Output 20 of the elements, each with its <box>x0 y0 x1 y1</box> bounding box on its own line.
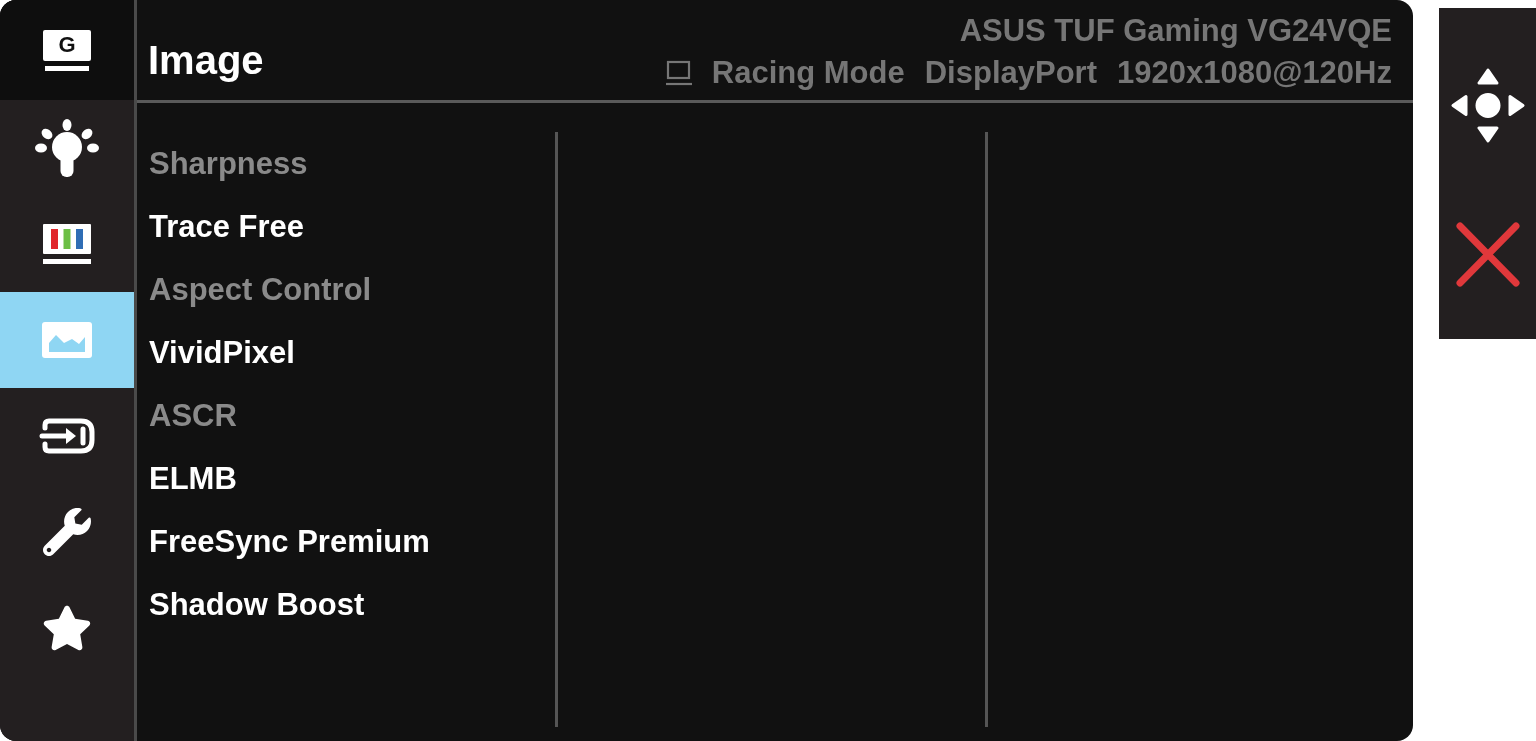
status-text: Racing Mode <box>711 55 905 91</box>
menu-item[interactable]: VividPixel <box>149 321 295 384</box>
menu-item[interactable]: ELMB <box>149 447 237 510</box>
sidebar-tab[interactable]: G <box>0 0 134 100</box>
wrench-icon <box>43 508 91 556</box>
monitor-icon <box>665 60 692 86</box>
lightbulb-icon <box>35 119 99 177</box>
status-text: 1920x1080@120Hz <box>1117 55 1392 91</box>
landscape-icon <box>42 322 92 358</box>
menu-item[interactable]: FreeSync Premium <box>149 510 430 573</box>
model-name: ASUS TUF Gaming VG24VQE <box>959 13 1392 49</box>
input-icon <box>39 418 95 454</box>
star-icon <box>42 603 92 653</box>
page-title: Image <box>148 40 264 80</box>
status-text: DisplayPort <box>924 55 1097 91</box>
joystick-icon[interactable] <box>1450 68 1525 143</box>
close-icon[interactable] <box>1455 222 1520 287</box>
color-bars-icon <box>43 223 91 265</box>
menu-item[interactable]: Shadow Boost <box>149 573 365 636</box>
menu-item[interactable]: Trace Free <box>149 195 305 258</box>
